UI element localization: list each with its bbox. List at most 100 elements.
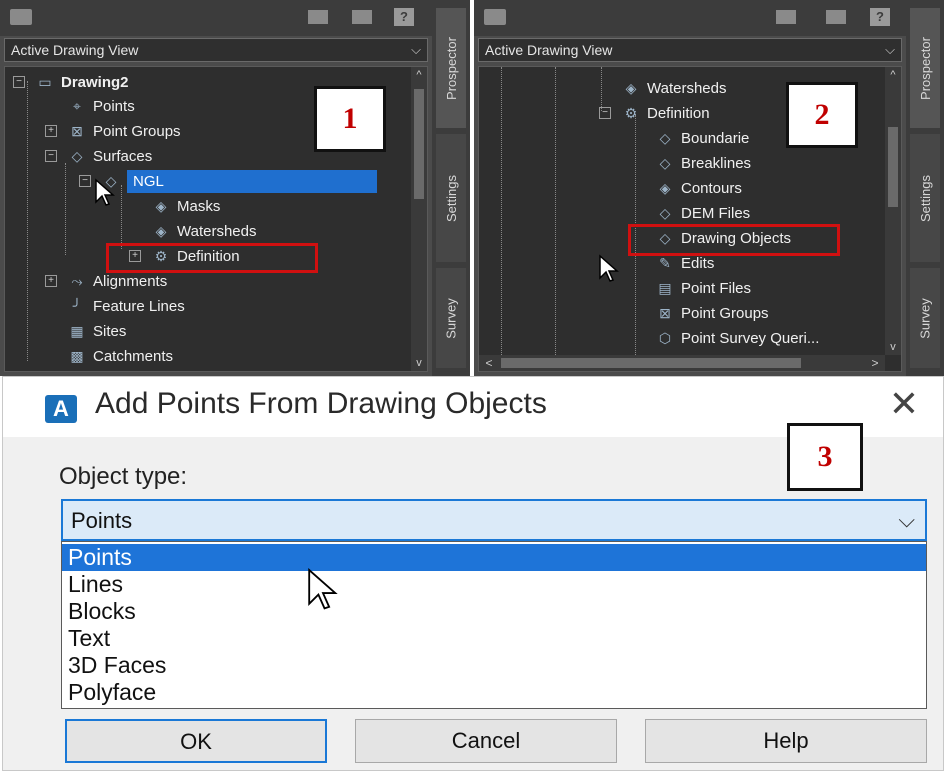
drawing-objects-highlight-box (628, 224, 840, 256)
tab-prospector[interactable]: Prospector (436, 8, 466, 128)
tab-settings[interactable]: Settings (910, 134, 940, 262)
help-button[interactable]: Help (645, 719, 927, 763)
drawing-icon: ▭ (38, 74, 52, 90)
definition-icon: ⚙ (624, 105, 638, 121)
toolspace-icon[interactable] (484, 9, 506, 25)
scroll-up-icon[interactable]: ^ (411, 69, 427, 81)
tree-item-drawing2[interactable]: − ▭ Drawing2 (13, 71, 129, 94)
option-lines[interactable]: Lines (62, 571, 926, 598)
expand-icon[interactable]: + (45, 125, 57, 137)
scroll-down-icon[interactable]: v (411, 357, 427, 369)
point-survey-queries-icon: ⬡ (658, 330, 672, 346)
item-view-icon[interactable] (776, 10, 796, 24)
tree-item-definition[interactable]: − ⚙ Definition (599, 102, 710, 125)
tree-item-watersheds[interactable]: ◈ Watersheds (621, 77, 727, 100)
help-icon[interactable]: ? (394, 8, 414, 26)
tree-item-boundaries[interactable]: ◇ Boundarie (655, 127, 750, 150)
tree-item-breaklines[interactable]: ◇ Breaklines (655, 152, 751, 175)
tree-item-contours[interactable]: ◈ Contours (655, 177, 742, 200)
side-tab-strip: Prospector Settings Survey (432, 0, 470, 376)
points-icon: ⌖ (73, 98, 81, 114)
object-type-combobox[interactable]: Points ⌵ (61, 499, 927, 541)
horizontal-scrollbar[interactable]: < > (479, 355, 885, 371)
masks-icon: ◈ (155, 198, 167, 214)
prospector-panel-2: ? Active Drawing View ⌵ ◈ Watersheds − ⚙ D… (474, 0, 944, 376)
tab-settings[interactable]: Settings (436, 134, 466, 262)
mouse-cursor-icon (95, 178, 115, 206)
object-type-value: Points (71, 508, 133, 533)
tree-item-feature-lines[interactable]: ╯ Feature Lines (67, 295, 185, 318)
help-icon[interactable]: ? (870, 8, 890, 26)
prospector-panel-1: ? Active Drawing View ⌵ − ▭ Drawing2 ⌖ Poi… (0, 0, 470, 376)
tab-survey[interactable]: Survey (910, 268, 940, 368)
breaklines-icon: ◇ (659, 155, 671, 171)
toggle-view-icon[interactable] (352, 10, 372, 24)
option-polyface[interactable]: Polyface (62, 679, 926, 706)
object-type-dropdown-list: Points Lines Blocks Text 3D Faces Polyfa… (61, 541, 927, 709)
item-view-icon[interactable] (308, 10, 328, 24)
scroll-left-icon[interactable]: < (481, 355, 497, 371)
tree-item-surfaces[interactable]: − ◇ Surfaces (45, 145, 152, 168)
catchments-icon: ▩ (70, 348, 84, 364)
tree-item-point-groups[interactable]: + ⊠ Point Groups (45, 120, 181, 143)
scroll-thumb[interactable] (888, 127, 898, 207)
mouse-cursor-icon (599, 254, 619, 282)
scroll-right-icon[interactable]: > (867, 355, 883, 371)
tree-item-catchments[interactable]: ▩ Catchments (67, 345, 173, 368)
collapse-icon[interactable]: − (79, 175, 91, 187)
tree-item-point-survey-queries[interactable]: ⬡ Point Survey Queri... (655, 327, 820, 350)
tree-item-dem-files[interactable]: ◇ DEM Files (655, 202, 751, 225)
step-callout-1: 1 (314, 86, 386, 152)
cancel-button[interactable]: Cancel (355, 719, 617, 763)
collapse-icon[interactable]: − (45, 150, 57, 162)
tab-prospector[interactable]: Prospector (910, 8, 940, 128)
option-3d-faces[interactable]: 3D Faces (62, 652, 926, 679)
view-select[interactable]: Active Drawing View ⌵ (478, 38, 902, 62)
tree-item-masks[interactable]: ◈ Masks (151, 195, 221, 218)
tree-item-point-groups[interactable]: ⊠ Point Groups (655, 302, 768, 325)
toolspace-icon[interactable] (10, 9, 32, 25)
option-blocks[interactable]: Blocks (62, 598, 926, 625)
mouse-cursor-icon (308, 568, 338, 610)
contours-icon: ◈ (659, 180, 671, 196)
point-groups-icon: ⊠ (71, 123, 83, 139)
side-tab-strip: Prospector Settings Survey (906, 0, 944, 376)
option-points[interactable]: Points (62, 544, 926, 571)
alignments-icon: ⤳ (71, 273, 83, 289)
boundaries-icon: ◇ (659, 130, 671, 146)
toggle-view-icon[interactable] (826, 10, 846, 24)
add-points-dialog: A Add Points From Drawing Objects ✕ 3 Ob… (2, 376, 944, 771)
object-type-label: Object type: (59, 463, 188, 490)
tree-item-points[interactable]: ⌖ Points (67, 95, 135, 118)
scroll-thumb[interactable] (414, 89, 424, 199)
dem-files-icon: ◇ (659, 205, 671, 221)
watersheds-icon: ◈ (155, 223, 167, 239)
tree-item-alignments[interactable]: + ⤳ Alignments (45, 270, 167, 293)
scroll-thumb[interactable] (501, 358, 801, 368)
collapse-icon[interactable]: − (599, 107, 611, 119)
step-callout-2: 2 (786, 82, 858, 148)
ok-button[interactable]: OK (65, 719, 327, 763)
panel-titlebar: ? (0, 0, 470, 36)
vertical-scrollbar[interactable]: ^ v (885, 67, 901, 355)
chevron-down-icon: ⌵ (885, 42, 895, 57)
chevron-down-icon: ⌵ (411, 42, 421, 57)
tree-item-ngl[interactable]: − ◇ NGL (79, 170, 377, 193)
view-select[interactable]: Active Drawing View ⌵ (4, 38, 428, 62)
expand-icon[interactable]: + (45, 275, 57, 287)
scroll-down-icon[interactable]: v (885, 341, 901, 353)
definition-highlight-box (106, 243, 318, 273)
vertical-scrollbar[interactable]: ^ v (411, 67, 427, 371)
tree-item-sites[interactable]: ▦ Sites (67, 320, 126, 343)
option-text[interactable]: Text (62, 625, 926, 652)
view-select-value: Active Drawing View (485, 42, 613, 58)
close-icon[interactable]: ✕ (889, 383, 919, 425)
collapse-icon[interactable]: − (13, 76, 25, 88)
panel-titlebar: ? (474, 0, 944, 36)
scroll-up-icon[interactable]: ^ (885, 69, 901, 81)
tree-item-point-files[interactable]: ▤ Point Files (655, 277, 751, 300)
point-files-icon: ▤ (658, 280, 672, 296)
view-select-value: Active Drawing View (11, 42, 139, 58)
tree-item-watersheds[interactable]: ◈ Watersheds (151, 220, 257, 243)
tab-survey[interactable]: Survey (436, 268, 466, 368)
